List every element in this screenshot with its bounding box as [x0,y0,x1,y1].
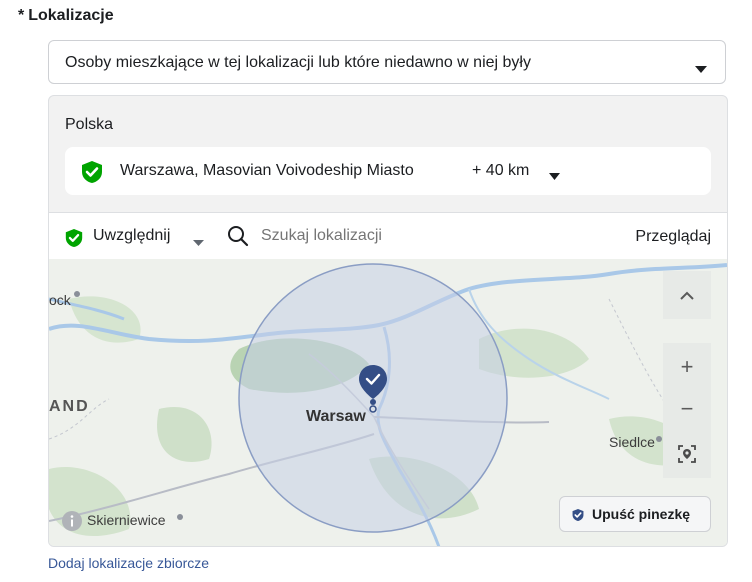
zoom-out-label: − [680,396,694,421]
audience-dropdown[interactable]: Osoby mieszkające w tej lokalizacji lub … [48,40,726,84]
include-shield-icon [81,160,103,189]
location-panel: Polska Warszawa, Masovian Voivodeship Mi… [48,95,728,547]
bulk-locations-link[interactable]: Dodaj lokalizacje zbiorcze [48,555,209,571]
locate-button[interactable] [663,430,711,478]
locate-pin-icon [678,445,696,463]
map-label-siedlce: Siedlce [609,434,655,450]
zoom-in-label: + [680,354,694,379]
section-title: * Lokalizacje [18,7,114,25]
drop-pin-label: Upuść pinezkę [592,506,691,522]
location-name: Warszawa, Masovian Voivodeship Miasto [120,162,414,179]
collapse-map-button[interactable] [663,271,711,319]
search-input[interactable] [261,227,561,245]
radius-caret-icon[interactable] [549,167,560,185]
drop-pin-button[interactable]: Upuść pinezkę [559,496,711,532]
required-mark: * [18,7,25,24]
include-caret-icon[interactable] [193,233,204,251]
include-shield-icon [65,228,83,253]
zoom-out-button[interactable]: − [663,385,711,433]
map-label-warsaw: Warsaw [306,408,366,425]
section-title-text: Lokalizacje [28,7,114,24]
caret-down-icon [695,60,707,78]
chevron-up-icon [680,291,694,300]
audience-dropdown-value: Osoby mieszkające w tej lokalizacji lub … [65,54,531,71]
location-card: Warszawa, Masovian Voivodeship Miasto + … [65,147,711,195]
browse-link[interactable]: Przeglądaj [635,228,711,246]
map-label-city-left: ock [49,292,71,308]
map-label-country: AND [49,398,90,415]
country-label: Polska [65,116,114,133]
info-icon[interactable] [62,511,82,536]
zoom-in-button[interactable]: + [663,343,711,391]
include-dropdown[interactable]: Uwzględnij [93,227,170,245]
pin-shield-icon [572,508,584,527]
location-toolbar: Uwzględnij Przeglądaj [49,212,727,260]
radius-selector[interactable]: + 40 km [472,162,529,180]
map[interactable]: ock AND Warsaw Siedlce Skierniewice + − [49,259,727,546]
search-icon [227,225,249,252]
map-label-skierniewice: Skierniewice [87,512,166,528]
